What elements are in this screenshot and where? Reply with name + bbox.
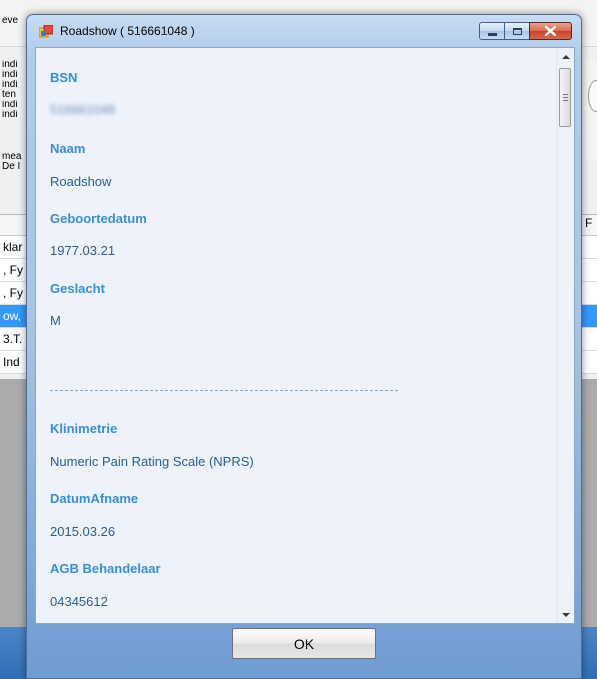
background-text-line: indi (2, 100, 18, 110)
field-value-agb-behandelaar: 04345612 (50, 594, 108, 609)
field-label-geslacht: Geslacht (50, 281, 105, 296)
background-grid-cell: klar (3, 240, 23, 254)
grip-line (563, 97, 568, 98)
background-top-text: eve (2, 16, 19, 26)
minimize-icon (487, 32, 497, 36)
field-value-klinimetrie: Numeric Pain Rating Scale (NPRS) (50, 454, 254, 469)
chevron-down-icon (561, 612, 570, 617)
background-text-line: indi (2, 110, 18, 120)
roadshow-dialog: Roadshow ( 516661048 ) BSN 516661048 Naa… (26, 14, 582, 679)
scroll-up-button[interactable] (557, 48, 574, 65)
field-label-agb-behandelaar: AGB Behandelaar (50, 561, 161, 576)
background-grid-cell: , Fy (3, 263, 23, 277)
maximize-button[interactable] (504, 22, 530, 40)
grip-line (563, 100, 568, 101)
background-grid-header-label: F (585, 216, 593, 230)
vertical-scrollbar[interactable] (556, 48, 574, 623)
scroll-down-button[interactable] (557, 606, 574, 623)
app-window-icon (39, 25, 53, 38)
maximize-icon (512, 27, 522, 35)
details-scroll-area[interactable]: BSN 516661048 Naam Roadshow Geboortedatu… (36, 48, 542, 623)
background-grid-cell: Ind (3, 355, 20, 369)
ok-button[interactable]: OK (232, 628, 376, 659)
field-value-geboortedatum: 1977.03.21 (50, 243, 116, 258)
background-text-line: mea (2, 152, 22, 162)
caption-buttons (479, 22, 572, 42)
background-grid-cell: 3.T. (3, 332, 23, 346)
background-text-line: ten (2, 90, 16, 100)
close-button[interactable] (529, 22, 572, 40)
chevron-up-icon (561, 54, 570, 59)
details-panel: BSN 516661048 Naam Roadshow Geboortedatu… (35, 47, 575, 624)
field-label-klinimetrie: Klinimetrie (50, 421, 118, 436)
field-value-naam: Roadshow (50, 174, 112, 189)
field-value-geslacht: M (50, 313, 61, 328)
field-label-bsn: BSN (50, 70, 78, 85)
background-grid-cell: , Fy (3, 286, 23, 300)
section-separator (50, 390, 398, 391)
title-bar[interactable]: Roadshow ( 516661048 ) (27, 15, 581, 47)
window-title: Roadshow ( 516661048 ) (60, 24, 195, 38)
field-value-datumafname: 2015.03.26 (50, 524, 116, 539)
background-text-line: indi (2, 60, 18, 70)
background-grid-cell: ow, (3, 309, 22, 323)
grip-line (563, 94, 568, 95)
minimize-button[interactable] (479, 22, 505, 40)
background-text-line: indi (2, 80, 18, 90)
background-round-button[interactable] (588, 80, 597, 112)
field-label-naam: Naam (50, 141, 86, 156)
scrollbar-thumb[interactable] (559, 68, 571, 127)
field-label-datumafname: DatumAfname (50, 491, 139, 506)
field-label-geboortedatum: Geboortedatum (50, 211, 147, 226)
background-text-line: indi (2, 70, 18, 80)
background-text-line: De I (2, 162, 21, 172)
field-value-bsn: 516661048 (50, 102, 116, 117)
close-icon (545, 26, 556, 36)
